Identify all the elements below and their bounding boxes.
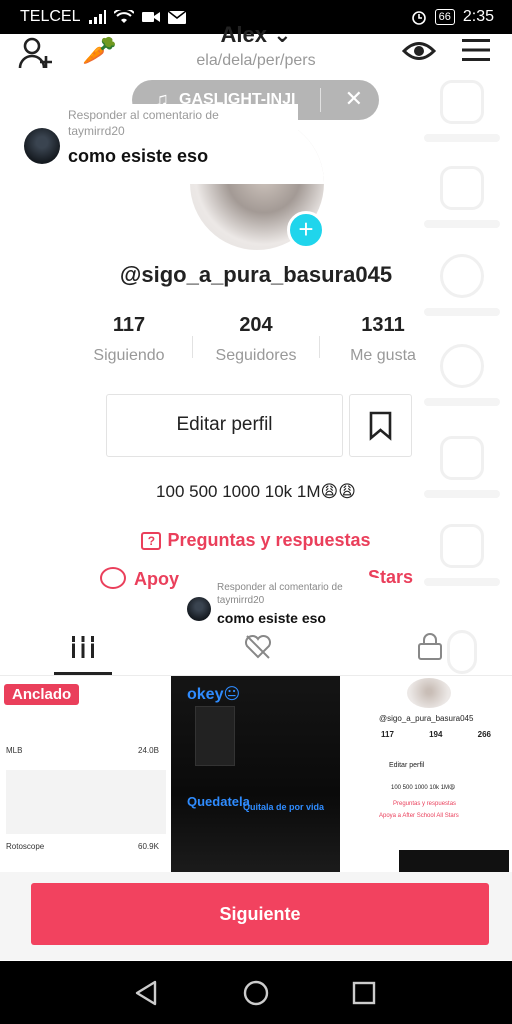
support-link[interactable]: Apoy Stars: [100, 567, 413, 590]
stat-following[interactable]: 117 Siguiendo: [74, 314, 184, 365]
profile-tabs: [0, 620, 512, 676]
tab-liked[interactable]: [171, 620, 341, 676]
globe-icon: [100, 567, 126, 589]
text-tool-label: [424, 134, 500, 142]
next-button[interactable]: Siguiente: [31, 883, 489, 945]
thumbnail-block: [6, 770, 166, 834]
active-tab-indicator: [54, 672, 112, 675]
reply-label: Responder al comentario de: [68, 108, 219, 122]
commenter-avatar: [187, 597, 211, 621]
video-thumbnail-1[interactable]: Anclado MLB 24.0B Rotoscope 60.9K: [0, 676, 169, 872]
screen: TELCEL 66 2:35 🥕 Alex ⌄ ela/dela/per/per…: [0, 0, 512, 1024]
video-caption: okey😐: [187, 686, 241, 703]
qa-label: Preguntas y respuestas: [167, 530, 371, 550]
sticker-tool-label: [424, 220, 500, 228]
profile-handle: @sigo_a_pura_basura045: [119, 262, 393, 287]
menu-icon[interactable]: [462, 38, 490, 62]
tab-private[interactable]: [343, 620, 512, 676]
video-thumbnail-2[interactable]: okey😐 Quedatela Quitala de por vida: [171, 676, 340, 872]
support-prefix: Apoy: [134, 569, 179, 589]
stat-likes[interactable]: 1311 Me gusta: [328, 314, 438, 365]
reply-label: Responder al comentario de: [217, 582, 343, 593]
bookmark-icon: [369, 411, 392, 441]
lock-icon: [418, 633, 442, 660]
captions-tool-icon[interactable]: [440, 436, 484, 480]
profile-bio: 100 500 1000 10k 1M😩😩: [156, 482, 356, 501]
text-tool-icon[interactable]: [440, 80, 484, 124]
profile-header: 🥕 Alex ⌄ ela/dela/per/pers: [0, 22, 512, 82]
lock-tool-label: [424, 578, 500, 586]
mini-handle: @sigo_a_pura_basura045: [379, 714, 474, 723]
mini-stats: 117 194 266: [381, 730, 491, 739]
mini-qa: Preguntas y respuestas: [393, 801, 457, 807]
profile-stats: 117 Siguiendo 204 Seguidores 1311 Me gus…: [86, 314, 426, 374]
eye-icon[interactable]: [402, 38, 436, 64]
stat-divider: [192, 336, 193, 358]
stat-divider: [319, 336, 320, 358]
video-caption: Quedatela: [187, 794, 250, 809]
sticker-tool-icon[interactable]: [440, 166, 484, 210]
question-icon: ?: [141, 532, 162, 550]
close-icon[interactable]: ✕: [345, 86, 363, 112]
stat-value: 1311: [361, 314, 405, 336]
hidden-heart-icon: [244, 634, 272, 659]
list-item-size: 24.0B: [138, 746, 159, 755]
stat-label: Seguidores: [215, 347, 297, 364]
bookmark-button[interactable]: [349, 394, 412, 457]
mini-support: Apoya a After School All Stars: [379, 813, 459, 819]
filters-tool-label: [424, 398, 500, 406]
add-avatar-button[interactable]: +: [287, 211, 325, 249]
home-icon[interactable]: [243, 980, 269, 1006]
reply-text: como esiste eso: [68, 146, 209, 166]
reply-user: taymirrd20: [217, 595, 265, 606]
video-grid: Anclado MLB 24.0B Rotoscope 60.9K okey😐 …: [0, 676, 512, 872]
stat-value: 204: [239, 314, 273, 336]
thumbnail-shape: [195, 706, 235, 766]
qa-link[interactable]: ? Preguntas y respuestas: [0, 530, 512, 551]
grid-icon: [70, 636, 96, 658]
list-item: MLB: [6, 746, 23, 755]
stat-followers[interactable]: 204 Seguidores: [201, 314, 311, 365]
filters-tool-icon[interactable]: [440, 344, 484, 388]
pinned-badge: Anclado: [4, 684, 80, 705]
video-thumbnail-3[interactable]: @sigo_a_pura_basura045 117 194 266 Editar …: [343, 676, 512, 872]
stat-label: Me gusta: [350, 347, 416, 364]
commenter-avatar: [24, 128, 60, 164]
mini-bio: 100 500 1000 10k 1M😩: [391, 785, 456, 791]
stat-value: 117: [112, 314, 146, 336]
list-item-size: 60.9K: [138, 842, 159, 851]
mini-grid: [399, 850, 509, 872]
stat-label: Siguiendo: [93, 347, 165, 364]
mini-avatar: [407, 678, 451, 708]
reply-sticker[interactable]: Responder al comentario de taymirrd20 co…: [12, 104, 298, 184]
tab-videos[interactable]: [0, 620, 170, 676]
pill-divider: [320, 88, 321, 112]
back-icon[interactable]: [134, 980, 158, 1006]
list-item: Rotoscope: [6, 842, 45, 851]
system-nav-bar: [0, 961, 512, 1024]
mini-edit: Editar perfil: [389, 762, 425, 769]
recents-icon[interactable]: [352, 981, 376, 1005]
edit-profile-button[interactable]: Editar perfil: [106, 394, 343, 457]
video-caption: Quitala de por vida: [243, 802, 325, 812]
reply-user: taymirrd20: [68, 124, 125, 138]
